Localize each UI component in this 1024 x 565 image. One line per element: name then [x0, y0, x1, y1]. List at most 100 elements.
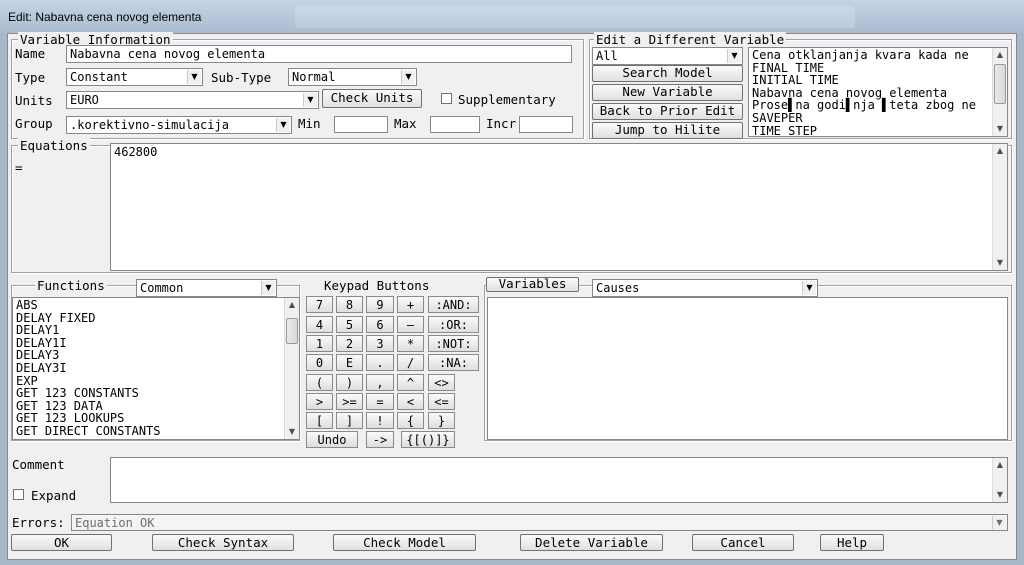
units-combo[interactable]: EURO ▼ [66, 91, 319, 109]
key-na[interactable]: :NA: [428, 354, 479, 371]
key-or[interactable]: :OR: [428, 316, 479, 333]
key-close-paren[interactable]: ) [336, 374, 363, 391]
key-open-brace[interactable]: { [397, 412, 424, 429]
key-7[interactable]: 7 [306, 296, 333, 313]
key-not[interactable]: :NOT: [428, 335, 479, 352]
delete-variable-button[interactable]: Delete Variable [520, 534, 663, 551]
subtype-label: Sub-Type [211, 70, 272, 85]
function-category-select[interactable]: Common ▼ [136, 279, 277, 297]
check-units-button[interactable]: Check Units [322, 89, 422, 108]
scroll-up-icon[interactable]: ▲ [993, 144, 1007, 158]
back-to-prior-edit-button[interactable]: Back to Prior Edit [592, 103, 743, 120]
help-button[interactable]: Help [820, 534, 884, 551]
expand-label: Expand [31, 488, 77, 503]
key-not-equal[interactable]: <> [428, 374, 455, 391]
key-3[interactable]: 3 [366, 335, 394, 352]
scroll-thumb[interactable] [286, 318, 298, 344]
functions-list[interactable]: ABS DELAY FIXED DELAY1 DELAY1I DELAY3 DE… [12, 297, 300, 440]
supplementary-checkbox[interactable] [441, 93, 452, 104]
key-greater[interactable]: > [306, 393, 333, 410]
search-model-button[interactable]: Search Model [592, 65, 743, 82]
key-less[interactable]: < [397, 393, 424, 410]
key-minus[interactable]: – [397, 316, 424, 333]
list-item[interactable]: Cena otklanjanja kvara kada ne [749, 49, 993, 62]
scroll-up-icon[interactable]: ▲ [993, 458, 1007, 472]
expand-checkbox[interactable] [13, 489, 24, 500]
scroll-down-icon[interactable]: ▼ [993, 256, 1007, 270]
list-item[interactable]: TIME STEP [749, 124, 993, 136]
key-arrow[interactable]: -> [366, 431, 394, 448]
equation-scrollbar[interactable]: ▲ ▼ [992, 144, 1007, 270]
key-e[interactable]: E [336, 354, 363, 371]
key-dot[interactable]: . [366, 354, 394, 371]
key-4[interactable]: 4 [306, 316, 333, 333]
equation-text[interactable]: 462800 [111, 144, 1007, 159]
key-8[interactable]: 8 [336, 296, 363, 313]
group-select[interactable]: .korektivno-simulacija ▼ [66, 116, 292, 134]
key-plus[interactable]: + [397, 296, 424, 313]
variable-list[interactable]: Cena otklanjanja kvara kada ne FINAL TIM… [748, 47, 1008, 137]
key-6[interactable]: 6 [366, 316, 394, 333]
list-item[interactable]: ABS [13, 299, 283, 312]
list-item[interactable]: DELAY1 [13, 324, 283, 337]
variables-mode-select[interactable]: Causes ▼ [592, 279, 818, 297]
key-5[interactable]: 5 [336, 316, 363, 333]
variable-list-scrollbar[interactable]: ▲ ▼ [992, 48, 1007, 136]
list-item[interactable]: GET DIRECT CONSTANTS [13, 425, 283, 438]
key-greater-equal[interactable]: >= [336, 393, 363, 410]
check-syntax-button[interactable]: Check Syntax [152, 534, 294, 551]
min-field[interactable] [334, 116, 388, 133]
subtype-select[interactable]: Normal ▼ [288, 68, 417, 86]
scroll-thumb[interactable] [994, 64, 1006, 104]
incr-label: Incr [486, 116, 517, 131]
scroll-down-icon[interactable]: ▼ [285, 425, 299, 439]
key-comma[interactable]: , [366, 374, 394, 391]
scroll-down-icon[interactable]: ▼ [993, 122, 1007, 136]
functions-scrollbar[interactable]: ▲ ▼ [284, 298, 299, 439]
list-item[interactable]: INITIAL TIME [749, 74, 993, 87]
variables-button[interactable]: Variables [486, 277, 579, 292]
jump-to-hilite-button[interactable]: Jump to Hilite [592, 122, 743, 139]
key-caret[interactable]: ^ [397, 374, 424, 391]
scroll-up-icon[interactable]: ▲ [285, 298, 299, 312]
comment-label: Comment [12, 457, 65, 472]
key-exclamation[interactable]: ! [366, 412, 394, 429]
new-variable-button[interactable]: New Variable [592, 84, 743, 101]
list-item[interactable]: SAVEPER [749, 112, 993, 125]
scroll-down-icon[interactable]: ▼ [993, 488, 1007, 502]
key-9[interactable]: 9 [366, 296, 394, 313]
type-select[interactable]: Constant ▼ [66, 68, 203, 86]
incr-field[interactable] [519, 116, 573, 133]
undo-button[interactable]: Undo [306, 431, 358, 448]
key-brackets[interactable]: {[()]} [401, 431, 455, 448]
variable-filter-select[interactable]: All ▼ [592, 47, 743, 65]
key-divide[interactable]: / [397, 354, 424, 371]
list-item[interactable]: GET 123 CONSTANTS [13, 387, 283, 400]
name-field[interactable]: Nabavna cena novog elementa [66, 45, 572, 63]
key-equal[interactable]: = [366, 393, 394, 410]
cancel-button[interactable]: Cancel [692, 534, 794, 551]
ok-button[interactable]: OK [11, 534, 112, 551]
scroll-up-icon[interactable]: ▲ [993, 48, 1007, 62]
key-close-bracket[interactable]: ] [336, 412, 363, 429]
list-item[interactable]: DELAY3I [13, 362, 283, 375]
key-less-equal[interactable]: <= [428, 393, 455, 410]
type-label: Type [15, 70, 46, 85]
key-multiply[interactable]: * [397, 335, 424, 352]
comment-field[interactable]: ▲ ▼ [110, 457, 1008, 503]
comment-scrollbar[interactable]: ▲ ▼ [992, 458, 1007, 502]
chevron-down-icon: ▼ [802, 281, 816, 295]
key-open-paren[interactable]: ( [306, 374, 333, 391]
variables-list[interactable] [487, 297, 1008, 440]
max-label: Max [394, 116, 417, 131]
check-model-button[interactable]: Check Model [333, 534, 476, 551]
key-close-brace[interactable]: } [428, 412, 455, 429]
variable-filter-value: All [596, 49, 618, 63]
key-open-bracket[interactable]: [ [306, 412, 333, 429]
key-1[interactable]: 1 [306, 335, 333, 352]
key-0[interactable]: 0 [306, 354, 333, 371]
key-and[interactable]: :AND: [428, 296, 479, 313]
equation-editor[interactable]: 462800 ▲ ▼ [110, 143, 1008, 271]
key-2[interactable]: 2 [336, 335, 363, 352]
max-field[interactable] [430, 116, 480, 133]
